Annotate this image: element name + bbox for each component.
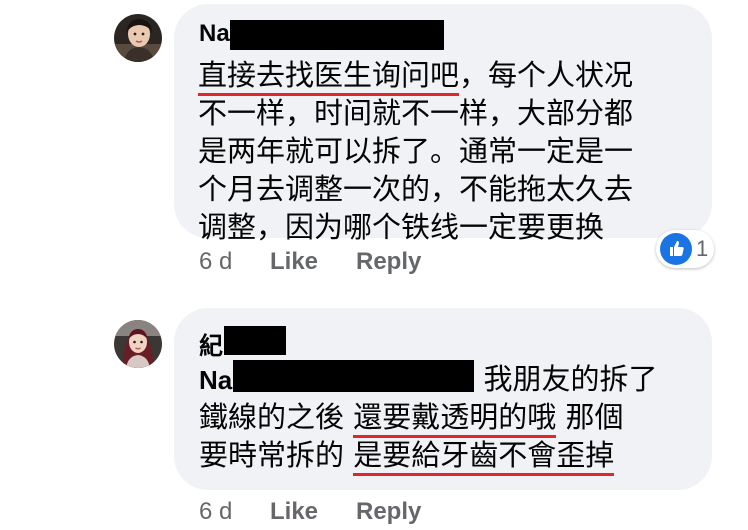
comment-text: ，每个人状况 <box>459 58 634 92</box>
comment-text: 要時常拆的 <box>199 438 354 472</box>
redacted-name-block <box>229 20 444 50</box>
comment-body: Na 我朋友的拆了 鐵線的之後 還要戴透明的哦 那個 要時常拆的 是要給牙齒不會… <box>199 360 657 476</box>
comment-line: 调整，因为哪个铁线一定要更换 <box>198 210 605 244</box>
avatar[interactable] <box>114 320 162 368</box>
author-name-visible[interactable]: Na <box>199 20 230 47</box>
redacted-name-block <box>233 360 475 392</box>
author-name-visible[interactable]: 紀 <box>199 333 223 360</box>
comment-line: 不一样，时间就不一样，大部分都 <box>198 96 634 130</box>
comment-line: 要時常拆的 是要給牙齒不會歪掉 <box>199 436 657 476</box>
mention-name[interactable]: Na <box>199 365 232 395</box>
profile-photo <box>114 14 162 62</box>
avatar[interactable] <box>114 14 162 62</box>
profile-photo <box>114 320 162 368</box>
comment: Na 直接去找医生询问吧，每个人状况 不一样，时间就不一样，大部分都 是两年就可… <box>0 0 748 290</box>
comment-text: 鐵線的之後 <box>199 400 354 434</box>
comment-body: 直接去找医生询问吧，每个人状况 不一样，时间就不一样，大部分都 是两年就可以拆了… <box>198 56 633 246</box>
comment-line: 是两年就可以拆了。通常一定是一 <box>198 134 634 168</box>
redacted-name-block <box>224 326 286 355</box>
comment-line: Na 我朋友的拆了 <box>199 360 657 398</box>
underlined-text: 直接去找医生询问吧 <box>198 58 460 96</box>
comment-author[interactable]: 紀 <box>199 326 286 361</box>
reply-button[interactable]: Reply <box>356 248 421 276</box>
comment-author[interactable]: Na <box>199 20 444 50</box>
reply-button[interactable]: Reply <box>356 498 421 526</box>
like-button[interactable]: Like <box>270 498 318 526</box>
comment-text: 那個 <box>556 400 624 434</box>
comment-line: 个月去调整一次的，不能拖太久去 <box>198 172 634 206</box>
comment-timestamp[interactable]: 6 d <box>199 248 232 276</box>
underlined-text: 是要給牙齒不會歪掉 <box>353 438 615 476</box>
comment: 紀 Na 我朋友的拆了 鐵線的之後 還要戴透明的哦 那個 要時常拆的 是要給牙齒… <box>0 290 748 530</box>
comment-line: 鐵線的之後 還要戴透明的哦 那個 <box>199 398 657 438</box>
comment-line: 直接去找医生询问吧，每个人状况 <box>198 56 634 96</box>
like-button[interactable]: Like <box>270 248 318 276</box>
reaction-summary[interactable]: 1 <box>656 230 714 268</box>
mention-tag[interactable]: Na <box>199 360 475 395</box>
comment-timestamp[interactable]: 6 d <box>199 498 232 526</box>
comment-text: 我朋友的拆了 <box>474 362 658 396</box>
thumbs-up-icon <box>660 233 692 265</box>
underlined-text: 還要戴透明的哦 <box>353 400 557 438</box>
reaction-count: 1 <box>696 236 709 261</box>
